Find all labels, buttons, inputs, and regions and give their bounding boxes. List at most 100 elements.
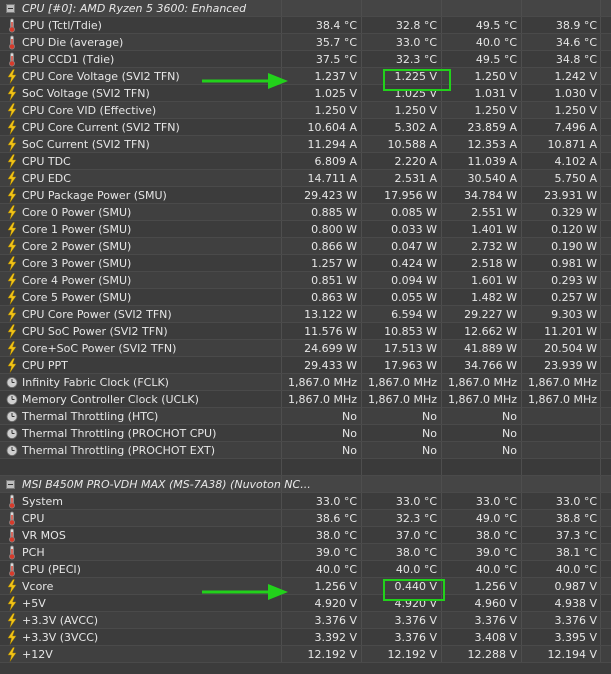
sensor-name: Memory Controller Clock (UCLK)	[22, 393, 199, 406]
lightning-icon	[6, 103, 18, 118]
lightning-icon	[6, 324, 18, 339]
section-header[interactable]: MSI B450M PRO-VDH MAX (MS-7A38) (Nuvoton…	[0, 476, 611, 493]
sensor-row-cpu-core-current-svi2-tfn[interactable]: CPU Core Current (SVI2 TFN) 10.604 A 5.302…	[0, 119, 611, 136]
collapse-icon[interactable]	[6, 4, 15, 13]
sensor-row-cpu-core-power-svi2-tfn[interactable]: CPU Core Power (SVI2 TFN) 13.122 W 6.594 W…	[0, 306, 611, 323]
value-current: 35.7 °C	[315, 36, 357, 49]
sensor-row-thermal-throttling-htc[interactable]: Thermal Throttling (HTC) No No No	[0, 408, 611, 425]
value-current: 0.851 W	[311, 274, 357, 287]
value-average: 0.293 W	[551, 274, 597, 287]
value-minimum: 0.085 W	[391, 206, 437, 219]
sensor-row-cpu-die-average[interactable]: CPU Die (average) 35.7 °C 33.0 °C 40.0 °C 34…	[0, 34, 611, 51]
sensor-row-cpu-edc[interactable]: CPU EDC 14.711 A 2.531 A 30.540 A 5.750 A	[0, 170, 611, 187]
sensor-row-thermal-throttling-prochot-cpu[interactable]: Thermal Throttling (PROCHOT CPU) No No No	[0, 425, 611, 442]
sensor-row-3-3v-3vcc[interactable]: +3.3V (3VCC) 3.392 V 3.376 V 3.408 V 3.395 V	[0, 629, 611, 646]
value-maximum: 49.0 °C	[475, 512, 517, 525]
thermometer-icon	[6, 35, 18, 50]
sensor-name: +3.3V (AVCC)	[22, 614, 99, 627]
sensor-row-cpu-peci[interactable]: CPU (PECI) 40.0 °C 40.0 °C 40.0 °C 40.0 °C	[0, 561, 611, 578]
sensor-row-core-5-power-smu[interactable]: Core 5 Power (SMU) 0.863 W 0.055 W 1.482 W 0…	[0, 289, 611, 306]
sensor-row-memory-controller-clock-uclk[interactable]: Memory Controller Clock (UCLK) 1,867.0 MH…	[0, 391, 611, 408]
section-header[interactable]: CPU [#0]: AMD Ryzen 5 3600: Enhanced	[0, 0, 611, 17]
value-maximum: 1,867.0 MHz	[447, 376, 517, 389]
sensor-row-core-soc-power-svi2-tfn[interactable]: Core+SoC Power (SVI2 TFN) 24.699 W 17.513 …	[0, 340, 611, 357]
value-current: 3.376 V	[314, 614, 357, 627]
value-maximum: No	[502, 444, 517, 457]
value-minimum: 0.424 W	[391, 257, 437, 270]
value-minimum: 5.302 A	[394, 121, 437, 134]
section-title: MSI B450M PRO-VDH MAX (MS-7A38) (Nuvoton…	[22, 478, 311, 491]
sensor-row-cpu-tdc[interactable]: CPU TDC 6.809 A 2.220 A 11.039 A 4.102 A	[0, 153, 611, 170]
value-maximum: 12.662 W	[464, 325, 517, 338]
value-average: 4.938 V	[554, 597, 597, 610]
sensor-row-vcore[interactable]: Vcore 1.256 V 0.440 V 1.256 V 0.987 V	[0, 578, 611, 595]
sensor-row-core-3-power-smu[interactable]: Core 3 Power (SMU) 1.257 W 0.424 W 2.518 W 0…	[0, 255, 611, 272]
value-current: No	[342, 427, 357, 440]
thermometer-icon	[6, 511, 18, 526]
sensor-name: CPU Core Current (SVI2 TFN)	[22, 121, 180, 134]
lightning-icon	[6, 630, 18, 645]
value-current: 24.699 W	[304, 342, 357, 355]
sensor-row-thermal-throttling-prochot-ext[interactable]: Thermal Throttling (PROCHOT EXT) No No No	[0, 442, 611, 459]
value-current: 38.0 °C	[315, 529, 357, 542]
sensor-row-cpu-core-vid-effective[interactable]: CPU Core VID (Effective) 1.250 V 1.250 V 1.…	[0, 102, 611, 119]
sensor-row-pch[interactable]: PCH 39.0 °C 38.0 °C 39.0 °C 38.1 °C	[0, 544, 611, 561]
sensor-name: CPU Core Power (SVI2 TFN)	[22, 308, 172, 321]
sensor-row-soc-voltage-svi2-tfn[interactable]: SoC Voltage (SVI2 TFN) 1.025 V 1.025 V 1.03…	[0, 85, 611, 102]
sensor-row-core-1-power-smu[interactable]: Core 1 Power (SMU) 0.800 W 0.033 W 1.401 W 0…	[0, 221, 611, 238]
value-maximum: 3.376 V	[474, 614, 517, 627]
thermometer-icon	[6, 545, 18, 560]
sensor-name: Infinity Fabric Clock (FCLK)	[22, 376, 169, 389]
sensor-row-cpu-soc-power-svi2-tfn[interactable]: CPU SoC Power (SVI2 TFN) 11.576 W 10.853 W…	[0, 323, 611, 340]
value-minimum: 32.8 °C	[395, 19, 437, 32]
value-current: 1,867.0 MHz	[287, 393, 357, 406]
sensor-row-3-3v-avcc[interactable]: +3.3V (AVCC) 3.376 V 3.376 V 3.376 V 3.376 V	[0, 612, 611, 629]
sensor-row-core-0-power-smu[interactable]: Core 0 Power (SMU) 0.885 W 0.085 W 2.551 W 0…	[0, 204, 611, 221]
sensor-row-cpu[interactable]: CPU 38.6 °C 32.3 °C 49.0 °C 38.8 °C	[0, 510, 611, 527]
value-average: 1.030 V	[554, 87, 597, 100]
lightning-icon	[6, 222, 18, 237]
value-average: 1.242 V	[554, 70, 597, 83]
value-maximum: 1.250 V	[474, 70, 517, 83]
value-current: 1,867.0 MHz	[287, 376, 357, 389]
collapse-icon[interactable]	[6, 480, 15, 489]
value-minimum: No	[422, 410, 437, 423]
value-minimum: 17.956 W	[384, 189, 437, 202]
value-minimum: 33.0 °C	[395, 495, 437, 508]
value-average: 0.190 W	[551, 240, 597, 253]
value-maximum: No	[502, 427, 517, 440]
sensor-row-soc-current-svi2-tfn[interactable]: SoC Current (SVI2 TFN) 11.294 A 10.588 A 12…	[0, 136, 611, 153]
sensor-row-core-2-power-smu[interactable]: Core 2 Power (SMU) 0.866 W 0.047 W 2.732 W 0…	[0, 238, 611, 255]
value-minimum: 40.0 °C	[395, 563, 437, 576]
sensor-name: Core 5 Power (SMU)	[22, 291, 132, 304]
sensor-row-cpu-ccd1-tdie[interactable]: CPU CCD1 (Tdie) 37.5 °C 32.3 °C 49.5 °C 34.8…	[0, 51, 611, 68]
thermometer-icon	[6, 562, 18, 577]
sensor-row-cpu-ppt[interactable]: CPU PPT 29.433 W 17.963 W 34.766 W 23.939 W	[0, 357, 611, 374]
value-maximum: 34.784 W	[464, 189, 517, 202]
sensor-row-cpu-core-voltage-svi2-tfn[interactable]: CPU Core Voltage (SVI2 TFN) 1.237 V 1.225 …	[0, 68, 611, 85]
value-average: 1.250 V	[554, 104, 597, 117]
sensor-row-core-4-power-smu[interactable]: Core 4 Power (SMU) 0.851 W 0.094 W 1.601 W 0…	[0, 272, 611, 289]
sensor-name: Core+SoC Power (SVI2 TFN)	[22, 342, 177, 355]
value-average: 3.395 V	[554, 631, 597, 644]
lightning-icon	[6, 256, 18, 271]
value-maximum: 29.227 W	[464, 308, 517, 321]
value-current: No	[342, 410, 357, 423]
sensor-row-vr-mos[interactable]: VR MOS 38.0 °C 37.0 °C 38.0 °C 37.3 °C	[0, 527, 611, 544]
value-current: 13.122 W	[304, 308, 357, 321]
value-average: 1,867.0 MHz	[527, 376, 597, 389]
sensor-row-cpu-package-power-smu[interactable]: CPU Package Power (SMU) 29.423 W 17.956 W 3…	[0, 187, 611, 204]
sensor-row-5v[interactable]: +5V 4.920 V 4.920 V 4.960 V 4.938 V	[0, 595, 611, 612]
value-current: 40.0 °C	[315, 563, 357, 576]
value-average	[522, 425, 597, 442]
sensor-row-12v[interactable]: +12V 12.192 V 12.192 V 12.288 V 12.194 V	[0, 646, 611, 663]
sensor-row-infinity-fabric-clock-fclk[interactable]: Infinity Fabric Clock (FCLK) 1,867.0 MHz 1…	[0, 374, 611, 391]
value-minimum: 6.594 W	[391, 308, 437, 321]
sensor-row-system[interactable]: System 33.0 °C 33.0 °C 33.0 °C 33.0 °C	[0, 493, 611, 510]
value-current: 38.6 °C	[315, 512, 357, 525]
value-maximum: 1.031 V	[474, 87, 517, 100]
value-average: 5.750 A	[554, 172, 597, 185]
sensor-row-cpu-tctl-tdie[interactable]: CPU (Tctl/Tdie) 38.4 °C 32.8 °C 49.5 °C 38.9…	[0, 17, 611, 34]
thermometer-icon	[6, 494, 18, 509]
value-average: 0.120 W	[551, 223, 597, 236]
